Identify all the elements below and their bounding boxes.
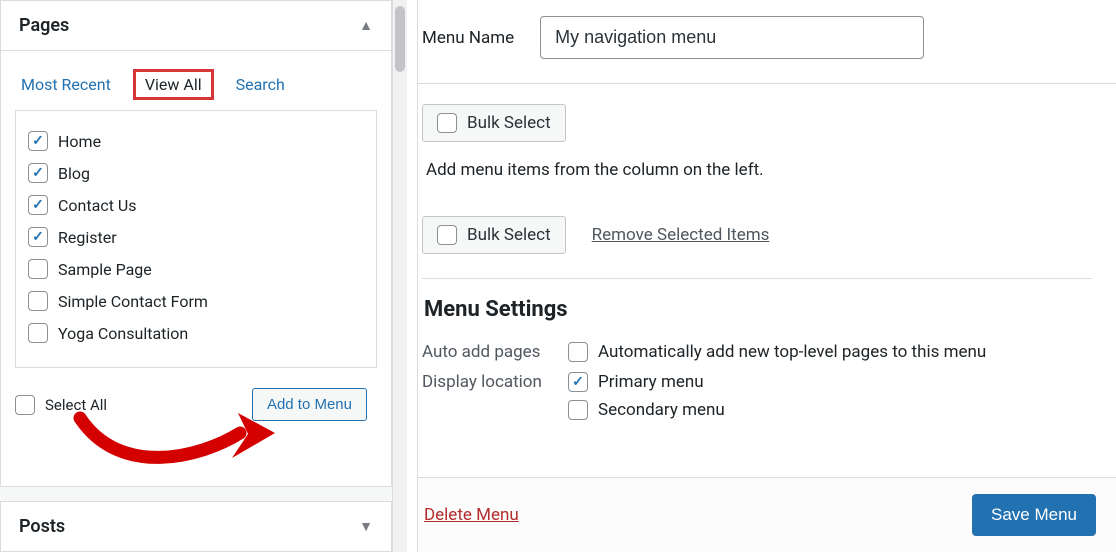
page-item: Home <box>28 125 364 157</box>
page-item: Sample Page <box>28 253 364 285</box>
page-item: Register <box>28 221 364 253</box>
left-scrollbar-thumb[interactable] <box>395 6 405 72</box>
tab-view-all[interactable]: View All <box>133 69 214 100</box>
display-location-secondary-checkbox[interactable] <box>568 400 588 420</box>
remove-selected-link[interactable]: Remove Selected Items <box>592 225 770 245</box>
left-scrollbar-track[interactable] <box>393 0 407 552</box>
page-checkbox-blog[interactable] <box>28 163 48 183</box>
delete-menu-link[interactable]: Delete Menu <box>424 505 519 525</box>
menu-name-label: Menu Name <box>422 28 514 48</box>
page-label: Home <box>58 132 101 151</box>
display-location-label: Display location <box>422 372 562 392</box>
auto-add-label: Auto add pages <box>422 342 562 362</box>
page-checkbox-yoga-consultation[interactable] <box>28 323 48 343</box>
page-label: Sample Page <box>58 260 152 279</box>
page-item: Blog <box>28 157 364 189</box>
page-checkbox-register[interactable] <box>28 227 48 247</box>
bulk-select-button-bottom[interactable]: Bulk Select <box>422 216 566 254</box>
auto-add-row: Auto add pages Automatically add new top… <box>422 338 1092 368</box>
page-item: Simple Contact Form <box>28 285 364 317</box>
pages-actions-row: Select All Add to Menu <box>15 368 377 425</box>
page-label: Contact Us <box>58 196 137 215</box>
add-to-menu-button[interactable]: Add to Menu <box>252 388 367 421</box>
display-location-row: Display location Primary menu Secondary … <box>422 368 1092 426</box>
tab-search[interactable]: Search <box>236 75 285 94</box>
page-label: Yoga Consultation <box>58 324 188 343</box>
chevron-up-icon: ▲ <box>359 17 373 34</box>
page-label: Register <box>58 228 117 247</box>
page-label: Blog <box>58 164 90 183</box>
pages-tabs: Most Recent View All Search <box>15 69 377 110</box>
bulk-select-checkbox-top[interactable] <box>437 113 457 133</box>
bulk-select-button-top[interactable]: Bulk Select <box>422 104 566 142</box>
chevron-down-icon: ▼ <box>359 518 373 535</box>
right-panel: Menu Name Bulk Select Add menu items fro… <box>417 0 1116 552</box>
save-menu-button[interactable]: Save Menu <box>972 494 1096 536</box>
bulk-select-checkbox-bottom[interactable] <box>437 225 457 245</box>
page-item: Yoga Consultation <box>28 317 364 349</box>
pages-accordion-body: Most Recent View All Search Home Blog Co… <box>0 51 392 487</box>
page-label: Simple Contact Form <box>58 292 208 311</box>
display-location-primary-label: Primary menu <box>598 372 704 392</box>
menu-footer: Delete Menu Save Menu <box>418 477 1116 552</box>
auto-add-checkbox[interactable] <box>568 342 588 362</box>
menu-name-input[interactable] <box>540 16 924 59</box>
display-location-primary-checkbox[interactable] <box>568 372 588 392</box>
left-panel: Pages ▲ Most Recent View All Search Home… <box>0 0 393 552</box>
bulk-select-label: Bulk Select <box>467 225 551 245</box>
page-item: Contact Us <box>28 189 364 221</box>
pages-list-box: Home Blog Contact Us Register Sample Pag… <box>15 110 377 368</box>
select-all-checkbox[interactable] <box>15 395 35 415</box>
page-checkbox-contact-us[interactable] <box>28 195 48 215</box>
pages-accordion-title: Pages <box>19 15 69 36</box>
posts-accordion-title: Posts <box>19 516 65 537</box>
menu-structure-panel: Bulk Select Add menu items from the colu… <box>418 83 1116 438</box>
page-checkbox-simple-contact-form[interactable] <box>28 291 48 311</box>
menu-settings-heading: Menu Settings <box>422 278 1092 338</box>
select-all-label[interactable]: Select All <box>45 396 107 414</box>
page-checkbox-sample-page[interactable] <box>28 259 48 279</box>
pages-accordion-header[interactable]: Pages ▲ <box>0 0 392 51</box>
auto-add-option-label: Automatically add new top-level pages to… <box>598 342 986 362</box>
page-checkbox-home[interactable] <box>28 131 48 151</box>
display-location-secondary-label: Secondary menu <box>598 400 725 420</box>
tab-most-recent[interactable]: Most Recent <box>21 75 111 94</box>
menu-name-row: Menu Name <box>418 0 1116 83</box>
bulk-select-label: Bulk Select <box>467 113 551 133</box>
add-items-hint: Add menu items from the column on the le… <box>422 142 1092 208</box>
posts-accordion-header[interactable]: Posts ▼ <box>0 501 392 552</box>
